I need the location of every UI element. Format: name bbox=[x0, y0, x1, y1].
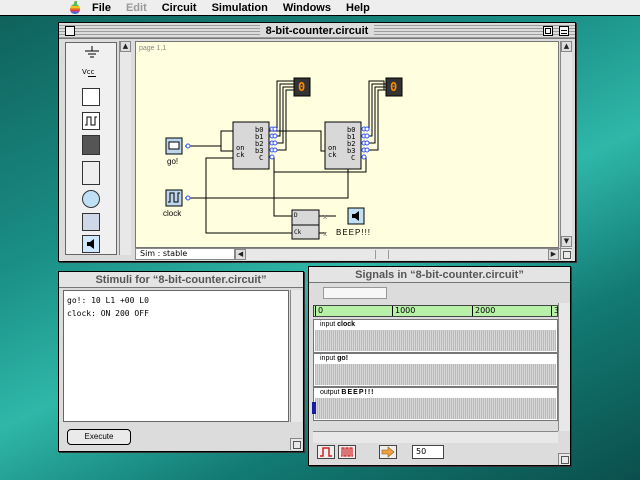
canvas-scroll-down-icon[interactable]: ▼ bbox=[561, 236, 572, 247]
menu-simulation[interactable]: Simulation bbox=[212, 2, 268, 14]
track-kind: input bbox=[320, 355, 336, 362]
stimuli-line-go: go!: 10 L1 +00 L0 bbox=[67, 296, 149, 305]
circuit-resize-icon[interactable] bbox=[560, 248, 572, 260]
register-tool-icon[interactable] bbox=[82, 213, 100, 231]
circuit-window: 8-bit-counter.circuit Vcc ▲ page 1,1 x x… bbox=[58, 22, 576, 262]
ruler-tick-2000: 2000 bbox=[472, 306, 495, 316]
latch-in-ck: Ck bbox=[294, 229, 302, 236]
ruler-tick-1000: 1000 bbox=[392, 306, 415, 316]
signals-window-titlebar[interactable]: Signals in “8-bit-counter.circuit” bbox=[309, 267, 570, 283]
go-waveform bbox=[315, 364, 556, 385]
signal-track-clock[interactable]: input clock bbox=[313, 319, 558, 353]
canvas-vertical-scrollbar[interactable]: ▲ ▼ bbox=[560, 41, 572, 248]
multi-wave-icon[interactable] bbox=[338, 445, 356, 459]
switch-tool-icon[interactable] bbox=[82, 88, 100, 106]
apple-menu-icon[interactable] bbox=[68, 0, 82, 15]
stimuli-window: Stimuli for “8-bit-counter.circuit” go!:… bbox=[58, 271, 304, 452]
single-wave-icon[interactable] bbox=[317, 445, 335, 459]
step-forward-arrow-icon[interactable] bbox=[379, 445, 397, 459]
beep-label: BEEP!!! bbox=[336, 228, 372, 237]
close-box-icon[interactable] bbox=[65, 26, 75, 36]
track-kind: input bbox=[320, 321, 336, 328]
collapse-box-icon[interactable] bbox=[559, 26, 569, 36]
clock-label: clock bbox=[163, 209, 182, 218]
stimuli-editor[interactable]: go!: 10 L1 +00 L0 clock: ON 200 OFF bbox=[63, 290, 289, 422]
circuit-window-titlebar[interactable]: 8-bit-counter.circuit bbox=[59, 23, 575, 39]
ground-icon[interactable] bbox=[84, 46, 100, 58]
beep-marker bbox=[312, 402, 316, 414]
canvas-scroll-up-icon[interactable]: ▲ bbox=[561, 41, 572, 52]
stimuli-resize-icon[interactable] bbox=[290, 438, 302, 450]
palette-scroll-up-icon[interactable]: ▲ bbox=[120, 41, 131, 52]
counter2-out-c: C bbox=[351, 154, 356, 162]
display-tool-icon[interactable] bbox=[82, 161, 100, 185]
svg-text:x: x bbox=[323, 213, 327, 221]
signals-cursor-field[interactable] bbox=[323, 287, 387, 299]
go-label: go! bbox=[167, 157, 179, 166]
clock-waveform bbox=[315, 330, 556, 351]
display1-digit: 0 bbox=[298, 80, 306, 94]
canvas-scroll-thumb[interactable] bbox=[375, 250, 389, 259]
schematic-canvas[interactable]: page 1,1 x x on ck b0 b1 b2 b3 C on ck b… bbox=[135, 41, 559, 248]
signals-vertical-scrollbar[interactable] bbox=[558, 303, 570, 431]
signal-track-beep[interactable]: output BEEP!!! bbox=[312, 387, 558, 421]
track-kind: output bbox=[320, 389, 340, 396]
circuit-window-title: 8-bit-counter.circuit bbox=[259, 24, 375, 37]
vcc-label[interactable]: Vcc bbox=[82, 68, 95, 76]
zoom-input[interactable]: 50 bbox=[412, 445, 444, 459]
canvas-scroll-right-icon[interactable]: ▶ bbox=[548, 249, 559, 260]
execute-button[interactable]: Execute bbox=[67, 429, 131, 445]
simulation-status: Sim : stable bbox=[135, 248, 235, 260]
time-ruler[interactable]: 0 1000 2000 3 bbox=[313, 305, 559, 317]
track-name: BEEP!!! bbox=[341, 389, 375, 396]
svg-text:x: x bbox=[323, 230, 327, 238]
component-palette: Vcc bbox=[65, 42, 117, 255]
canvas-scroll-left-icon[interactable]: ◀ bbox=[235, 249, 246, 260]
menu-help[interactable]: Help bbox=[346, 2, 370, 14]
clock-tool-icon[interactable] bbox=[82, 112, 100, 130]
signals-horizontal-scrollbar[interactable] bbox=[313, 431, 558, 443]
latch-in-d: D bbox=[294, 212, 298, 219]
counter2-port-ck: ck bbox=[328, 151, 337, 159]
counter1-port-ck: ck bbox=[236, 151, 245, 159]
menu-edit[interactable]: Edit bbox=[126, 2, 147, 14]
stimuli-line-clock: clock: ON 200 OFF bbox=[67, 309, 149, 318]
menu-circuit[interactable]: Circuit bbox=[162, 2, 197, 14]
counter1-out-c: C bbox=[259, 154, 264, 162]
palette-scrollbar[interactable]: ▲ bbox=[119, 41, 131, 255]
beep-waveform bbox=[315, 398, 556, 419]
speaker-tool-icon[interactable] bbox=[82, 235, 100, 253]
track-name: clock bbox=[337, 321, 356, 328]
signals-window-title: Signals in “8-bit-counter.circuit” bbox=[349, 268, 530, 281]
stimuli-window-titlebar[interactable]: Stimuli for “8-bit-counter.circuit” bbox=[59, 272, 303, 288]
signals-window: Signals in “8-bit-counter.circuit” 0 100… bbox=[308, 266, 571, 466]
ruler-tick-0: 0 bbox=[315, 306, 323, 316]
track-name: go! bbox=[337, 355, 349, 362]
vcc-icon[interactable] bbox=[88, 76, 96, 84]
display2-digit: 0 bbox=[390, 80, 398, 94]
menu-bar: File Edit Circuit Simulation Windows Hel… bbox=[0, 0, 640, 16]
menu-file[interactable]: File bbox=[92, 2, 111, 14]
canvas-horizontal-scrollbar[interactable]: ◀ ▶ bbox=[235, 248, 560, 260]
stimuli-window-title: Stimuli for “8-bit-counter.circuit” bbox=[89, 273, 273, 286]
signals-resize-icon[interactable] bbox=[558, 453, 570, 465]
zoom-box-icon[interactable] bbox=[543, 26, 553, 36]
stimuli-scrollbar[interactable] bbox=[290, 290, 302, 422]
menu-windows[interactable]: Windows bbox=[283, 2, 331, 14]
lamp-tool-icon[interactable] bbox=[82, 190, 100, 208]
chip-tool-icon[interactable] bbox=[82, 135, 100, 155]
signal-track-go[interactable]: input go! bbox=[313, 353, 558, 387]
